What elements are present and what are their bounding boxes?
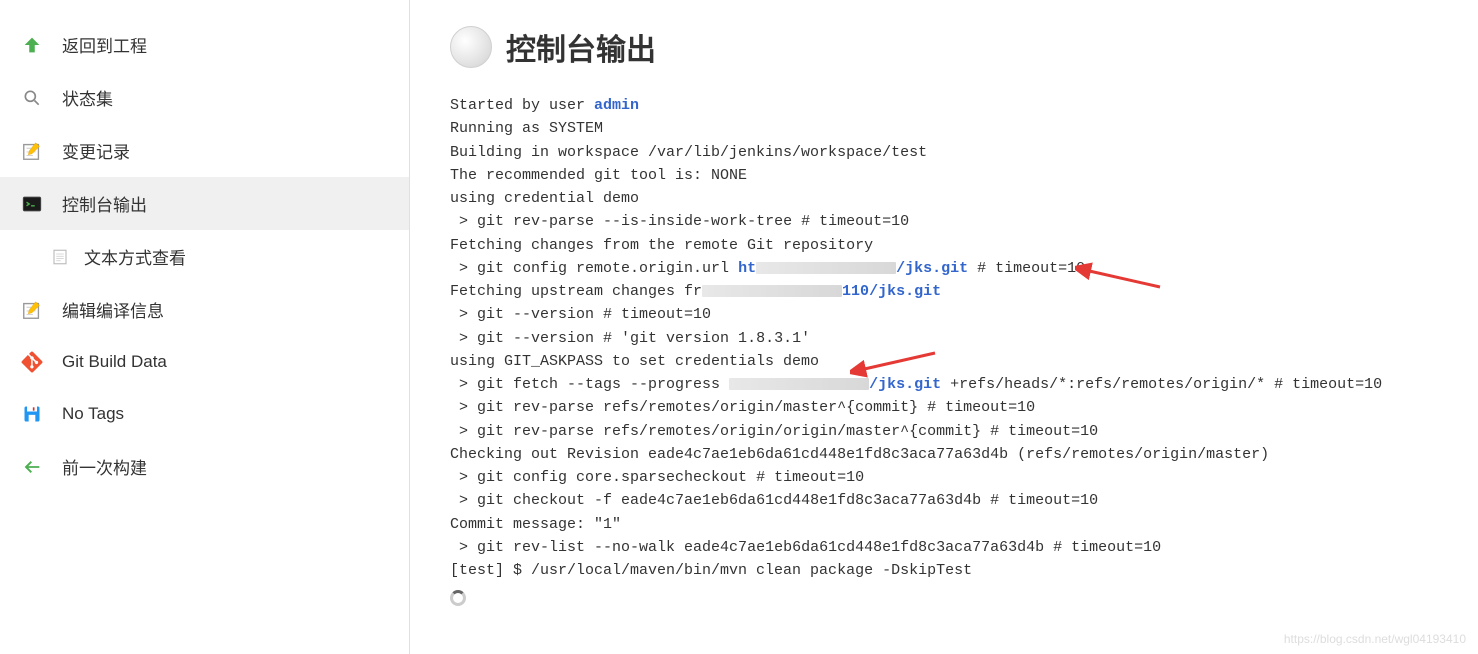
console-line: > git rev-list --no-walk eade4c7ae1eb6da… <box>450 539 1161 556</box>
sidebar-item-edit-build-info[interactable]: 编辑编译信息 <box>0 283 409 336</box>
console-line: > git --version # 'git version 1.8.3.1' <box>450 330 810 347</box>
sidebar-item-back-to-project[interactable]: 返回到工程 <box>0 18 409 71</box>
console-line: > git checkout -f eade4c7ae1eb6da61cd448… <box>450 492 1098 509</box>
sidebar-item-no-tags[interactable]: No Tags <box>0 388 409 440</box>
left-arrow-icon <box>20 455 44 479</box>
sidebar-item-label: 前一次构建 <box>62 454 147 479</box>
document-icon <box>50 247 70 267</box>
user-link[interactable]: admin <box>594 97 639 114</box>
console-line: # timeout=10 <box>968 260 1085 277</box>
sidebar-item-previous-build[interactable]: 前一次构建 <box>0 440 409 493</box>
search-icon <box>20 86 44 110</box>
sidebar-item-console-output[interactable]: 控制台输出 <box>0 177 409 230</box>
console-line: +refs/heads/*:refs/remotes/origin/* # ti… <box>941 376 1382 393</box>
sidebar-item-label: Git Build Data <box>62 352 167 372</box>
sidebar-item-view-as-text[interactable]: 文本方式查看 <box>0 230 409 283</box>
console-line: Checking out Revision eade4c7ae1eb6da61c… <box>450 446 1269 463</box>
notepad-icon <box>20 139 44 163</box>
git-url-link[interactable]: /jks.git <box>729 376 941 393</box>
sidebar-item-label: 返回到工程 <box>62 32 147 57</box>
console-line: Fetching changes from the remote Git rep… <box>450 237 873 254</box>
console-line: > git rev-parse refs/remotes/origin/orig… <box>450 423 1098 440</box>
sidebar-item-label: 变更记录 <box>62 138 130 163</box>
save-icon <box>20 402 44 426</box>
redacted-text <box>756 262 896 274</box>
notepad-icon <box>20 298 44 322</box>
sidebar: 返回到工程 状态集 变更记录 控制台输出 文本方式查看 编辑编译信息 Git B… <box>0 0 410 654</box>
console-line: Fetching upstream changes fr <box>450 283 702 300</box>
up-arrow-icon <box>20 33 44 57</box>
git-icon <box>20 350 44 374</box>
build-status-ball-icon <box>450 26 492 68</box>
terminal-icon <box>20 192 44 216</box>
console-line: Commit message: "1" <box>450 516 621 533</box>
console-line: > git config core.sparsecheckout # timeo… <box>450 469 864 486</box>
sidebar-item-label: 控制台输出 <box>62 191 147 216</box>
console-line: [test] $ /usr/local/maven/bin/mvn clean … <box>450 562 972 579</box>
redacted-text <box>729 378 869 390</box>
console-line: > git config remote.origin.url <box>450 260 738 277</box>
console-line: > git rev-parse refs/remotes/origin/mast… <box>450 399 1035 416</box>
console-line: > git --version # timeout=10 <box>450 306 711 323</box>
git-url-link[interactable]: 110/jks.git <box>702 283 941 300</box>
console-line: > git rev-parse --is-inside-work-tree # … <box>450 213 909 230</box>
console-line: > git fetch --tags --progress <box>450 376 729 393</box>
console-line: Running as SYSTEM <box>450 120 603 137</box>
sidebar-item-status[interactable]: 状态集 <box>0 71 409 124</box>
sidebar-item-changes[interactable]: 变更记录 <box>0 124 409 177</box>
page-header: 控制台输出 <box>450 25 1438 69</box>
main-content: 控制台输出 Started by user admin Running as S… <box>410 0 1478 654</box>
sidebar-item-label: 状态集 <box>62 85 113 110</box>
console-line: using GIT_ASKPASS to set credentials dem… <box>450 353 819 370</box>
sidebar-item-label: 编辑编译信息 <box>62 297 164 322</box>
console-line: using credential demo <box>450 190 639 207</box>
console-line: Started by user <box>450 97 594 114</box>
loading-spinner-icon <box>450 590 466 606</box>
page-title: 控制台输出 <box>506 25 656 69</box>
watermark: https://blog.csdn.net/wgl04193410 <box>1284 632 1466 646</box>
console-line: Building in workspace /var/lib/jenkins/w… <box>450 144 927 161</box>
console-line: The recommended git tool is: NONE <box>450 167 747 184</box>
sidebar-item-label: No Tags <box>62 404 124 424</box>
redacted-text <box>702 285 842 297</box>
console-output: Started by user admin Running as SYSTEM … <box>450 94 1438 606</box>
sidebar-item-label: 文本方式查看 <box>84 244 186 269</box>
git-url-link[interactable]: ht/jks.git <box>738 260 968 277</box>
sidebar-item-git-build-data[interactable]: Git Build Data <box>0 336 409 388</box>
